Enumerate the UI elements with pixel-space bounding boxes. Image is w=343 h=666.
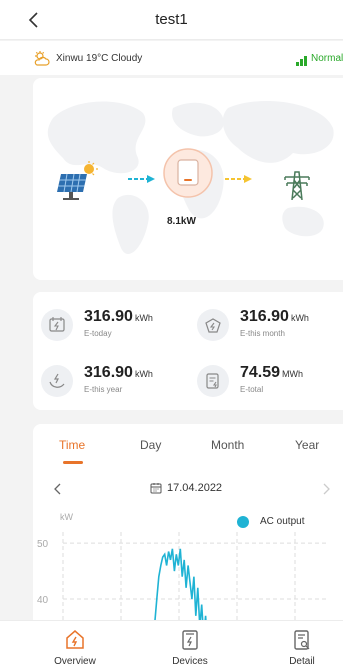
stat-label: E-today bbox=[84, 329, 112, 338]
nav-label: Overview bbox=[54, 656, 96, 666]
stat-e-this-month: 316.90 kWh E-this month bbox=[193, 306, 343, 346]
tab-day[interactable]: Day bbox=[140, 438, 161, 452]
stat-label: E-this year bbox=[84, 385, 123, 394]
calendar-icon[interactable] bbox=[150, 482, 162, 494]
flow-arrow-icon bbox=[225, 175, 252, 183]
chevron-right-icon[interactable] bbox=[319, 482, 333, 496]
energy-flow-card: 8.1kW bbox=[33, 78, 343, 280]
top-bar: test1 bbox=[0, 0, 343, 40]
calendar-icon bbox=[41, 309, 73, 341]
status-badge: Normal bbox=[311, 53, 343, 64]
document-icon bbox=[197, 365, 229, 397]
tab-month[interactable]: Month bbox=[211, 438, 244, 452]
stat-label: E-total bbox=[240, 385, 264, 394]
stat-e-total: 74.59 MWh E-total bbox=[193, 362, 343, 402]
y-axis-unit: kW bbox=[60, 512, 73, 522]
weather-text: Xinwu 19°C Cloudy bbox=[56, 53, 143, 64]
device-icon bbox=[182, 630, 198, 650]
stat-value: 316.90 kWh bbox=[84, 364, 153, 381]
chart-date[interactable]: 17.04.2022 bbox=[167, 482, 222, 494]
inverter-icon bbox=[163, 148, 213, 198]
weather-row: Xinwu 19°C Cloudy Normal bbox=[0, 41, 343, 75]
plant-overview-screen: test1 Xinwu 19°C Cloudy Normal 8.1kW 316… bbox=[0, 0, 343, 666]
tab-year[interactable]: Year bbox=[295, 438, 319, 452]
stat-value: 316.90 kWh bbox=[240, 308, 309, 325]
energy-stats-card: 316.90 kWh E-today 316.90 kWh E-this month… bbox=[33, 292, 343, 410]
stat-e-today: 316.90 kWh E-today bbox=[37, 306, 187, 346]
hand-bolt-icon bbox=[41, 365, 73, 397]
nav-detail[interactable]: Detail bbox=[262, 621, 342, 666]
stat-e-this-year: 316.90 kWh E-this year bbox=[37, 362, 187, 402]
nav-label: Detail bbox=[289, 656, 315, 666]
chevron-left-icon[interactable] bbox=[51, 482, 65, 496]
home-bolt-icon bbox=[66, 630, 84, 649]
tab-time[interactable]: Time bbox=[59, 438, 85, 452]
flow-arrow-icon bbox=[128, 175, 155, 183]
partly-cloudy-icon bbox=[34, 51, 50, 66]
nav-devices[interactable]: Devices bbox=[150, 621, 230, 666]
bolt-icon bbox=[197, 309, 229, 341]
signal-icon bbox=[296, 56, 307, 66]
active-tab-indicator bbox=[63, 461, 83, 464]
stat-value: 316.90 kWh bbox=[84, 308, 153, 325]
y-tick-label: 50 bbox=[37, 539, 49, 550]
page-title: test1 bbox=[155, 11, 188, 28]
power-value: 8.1kW bbox=[167, 216, 196, 227]
solar-panel-icon bbox=[57, 161, 98, 200]
grid-tower-icon bbox=[284, 171, 310, 200]
bottom-nav: Overview Devices Detail bbox=[0, 620, 343, 666]
stat-label: E-this month bbox=[240, 329, 285, 338]
stat-value: 74.59 MWh bbox=[240, 364, 304, 381]
detail-icon bbox=[294, 630, 310, 650]
nav-label: Devices bbox=[172, 656, 208, 666]
nav-overview[interactable]: Overview bbox=[35, 621, 115, 666]
y-tick-label: 40 bbox=[37, 595, 49, 606]
